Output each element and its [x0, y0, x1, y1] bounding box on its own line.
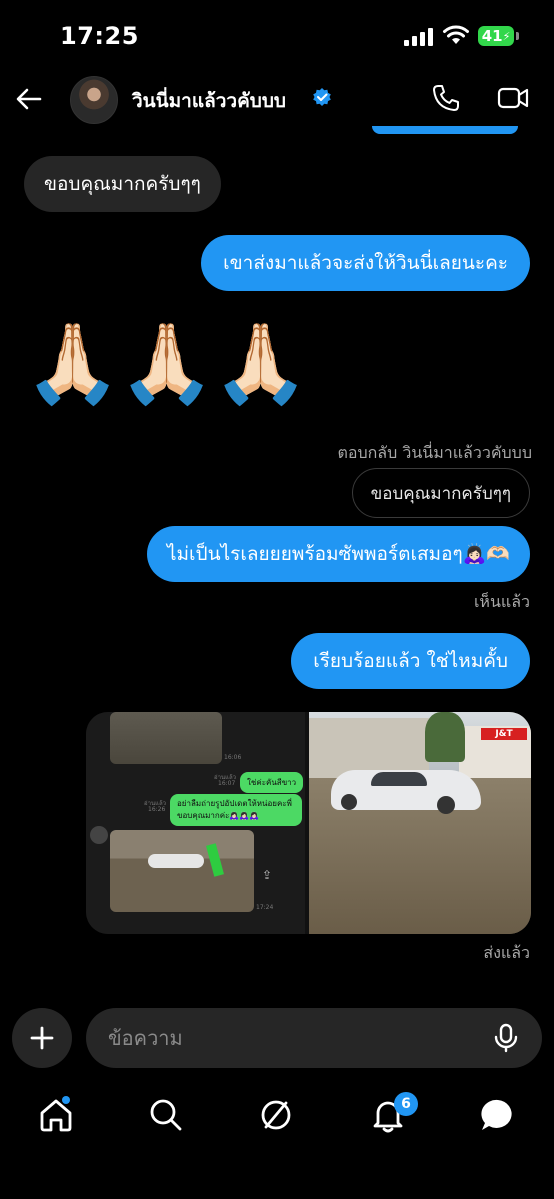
seen-status: เห็นแล้ว [473, 592, 530, 611]
wifi-icon [443, 25, 469, 44]
contact-name[interactable]: วินนี่มาแล้ววคับบบ [132, 86, 286, 116]
charging-bolt-icon: ⚡ [502, 29, 511, 43]
message-text: เขาส่งมาแล้วจะส่งให้วินนี่เลยนะคะ [223, 252, 508, 274]
messages-icon[interactable] [478, 1095, 518, 1135]
quoted-text: ขอบคุณมากครับๆๆ [370, 483, 511, 504]
cellular-signal-icon [404, 28, 434, 46]
video-camera-icon[interactable] [496, 82, 530, 114]
message-composer [86, 1008, 542, 1068]
search-icon[interactable] [146, 1095, 186, 1135]
shop-sign-text: J&T [495, 729, 513, 739]
message-text: เรียบร้อยแล้ว ใช่ไหมคั้บ [313, 650, 508, 672]
folded-hands-emoji: 🙏🏻 [118, 319, 216, 409]
battery-level: 41 [481, 27, 503, 45]
photo-shop-sign: J&T [481, 728, 527, 740]
bottom-tab-bar [0, 1085, 554, 1149]
previous-outgoing-bubble [372, 126, 518, 134]
screenshot-photo-top [110, 712, 222, 764]
plus-icon [30, 1026, 54, 1050]
status-time: 17:25 [60, 22, 139, 50]
screenshot-bubble: ใช่ค่ะคันสีขาว [240, 772, 304, 793]
contact-avatar[interactable] [70, 76, 118, 124]
folded-hands-emoji: 🙏🏻 [212, 319, 310, 409]
emoji-message[interactable]: 🙏🏻 🙏🏻 🙏🏻 [24, 316, 310, 412]
battery-indicator: 41 ⚡ [478, 26, 514, 46]
photo-car-wheel [437, 796, 455, 814]
folded-hands-emoji: 🙏🏻 [24, 319, 122, 409]
back-arrow-icon[interactable] [14, 84, 44, 114]
replied-message-quote[interactable]: ขอบคุณมากครับๆๆ [351, 468, 530, 518]
flood-photo-image[interactable]: J&T [309, 712, 531, 934]
home-icon[interactable] [36, 1095, 76, 1135]
incoming-message-bubble[interactable]: ขอบคุณมากครับๆๆ [24, 156, 221, 212]
screenshot-bubble: อย่าลืมถ่ายรูปอัปเดตให้หน่อยคะพี่ ขอบคุณ… [170, 794, 302, 826]
message-input[interactable] [108, 1008, 468, 1068]
photo-car-wheel [341, 794, 357, 810]
photo-trees [425, 712, 465, 762]
photo-car-window [371, 772, 427, 786]
screenshot-time: 17:24 [256, 904, 274, 911]
chat-screenshot-image[interactable]: 16:06 อ่านแล้ว 16:07 ใช่ค่ะคันสีขาว อ่าน… [86, 712, 305, 934]
outgoing-message-bubble[interactable]: เรียบร้อยแล้ว ใช่ไหมคั้บ [291, 633, 530, 689]
phone-icon[interactable] [430, 82, 462, 114]
screenshot-flood-photo [110, 830, 254, 912]
screenshot-bubble-line: ขอบคุณมากค่ะ🙇🏻‍♀️🙇🏻‍♀️🙇🏻‍♀️ [177, 811, 260, 820]
explore-icon[interactable] [256, 1095, 296, 1135]
photo-message[interactable]: 16:06 อ่านแล้ว 16:07 ใช่ค่ะคันสีขาว อ่าน… [86, 712, 531, 934]
notification-count-badge: 6 [394, 1092, 418, 1116]
screenshot-time: 16:26 [148, 806, 166, 813]
battery-cap [516, 32, 519, 40]
message-text: ไม่เป็นไรเลยยยพร้อมซัพพอร์ตเสมอๆ🙇🏻‍♀️🫶🏻 [166, 543, 510, 565]
screenshot-time: 16:06 [224, 754, 242, 761]
home-activity-dot [62, 1096, 70, 1104]
message-text: ขอบคุณมากครับๆๆ [44, 173, 201, 195]
verified-badge-icon [313, 88, 331, 106]
sent-status: ส่งแล้ว [483, 943, 530, 962]
microphone-icon[interactable] [490, 1022, 522, 1054]
reply-label: ตอบกลับ วินนี่มาแล้ววคับบบ [337, 443, 532, 462]
share-icon: ⇪ [262, 868, 273, 882]
chat-header: วินนี่มาแล้ววคับบบ [0, 72, 554, 128]
status-bar: 17:25 41 ⚡ [0, 0, 554, 72]
outgoing-message-bubble[interactable]: ไม่เป็นไรเลยยยพร้อมซัพพอร์ตเสมอๆ🙇🏻‍♀️🫶🏻 [146, 526, 530, 582]
add-attachment-button[interactable] [12, 1008, 72, 1068]
screenshot-time: 16:07 [218, 780, 236, 787]
screenshot-avatar [90, 826, 108, 844]
screenshot-bubble-line: อย่าลืมถ่ายรูปอัปเดตให้หน่อยคะพี่ [177, 799, 292, 808]
outgoing-message-bubble[interactable]: เขาส่งมาแล้วจะส่งให้วินนี่เลยนะคะ [201, 235, 530, 291]
